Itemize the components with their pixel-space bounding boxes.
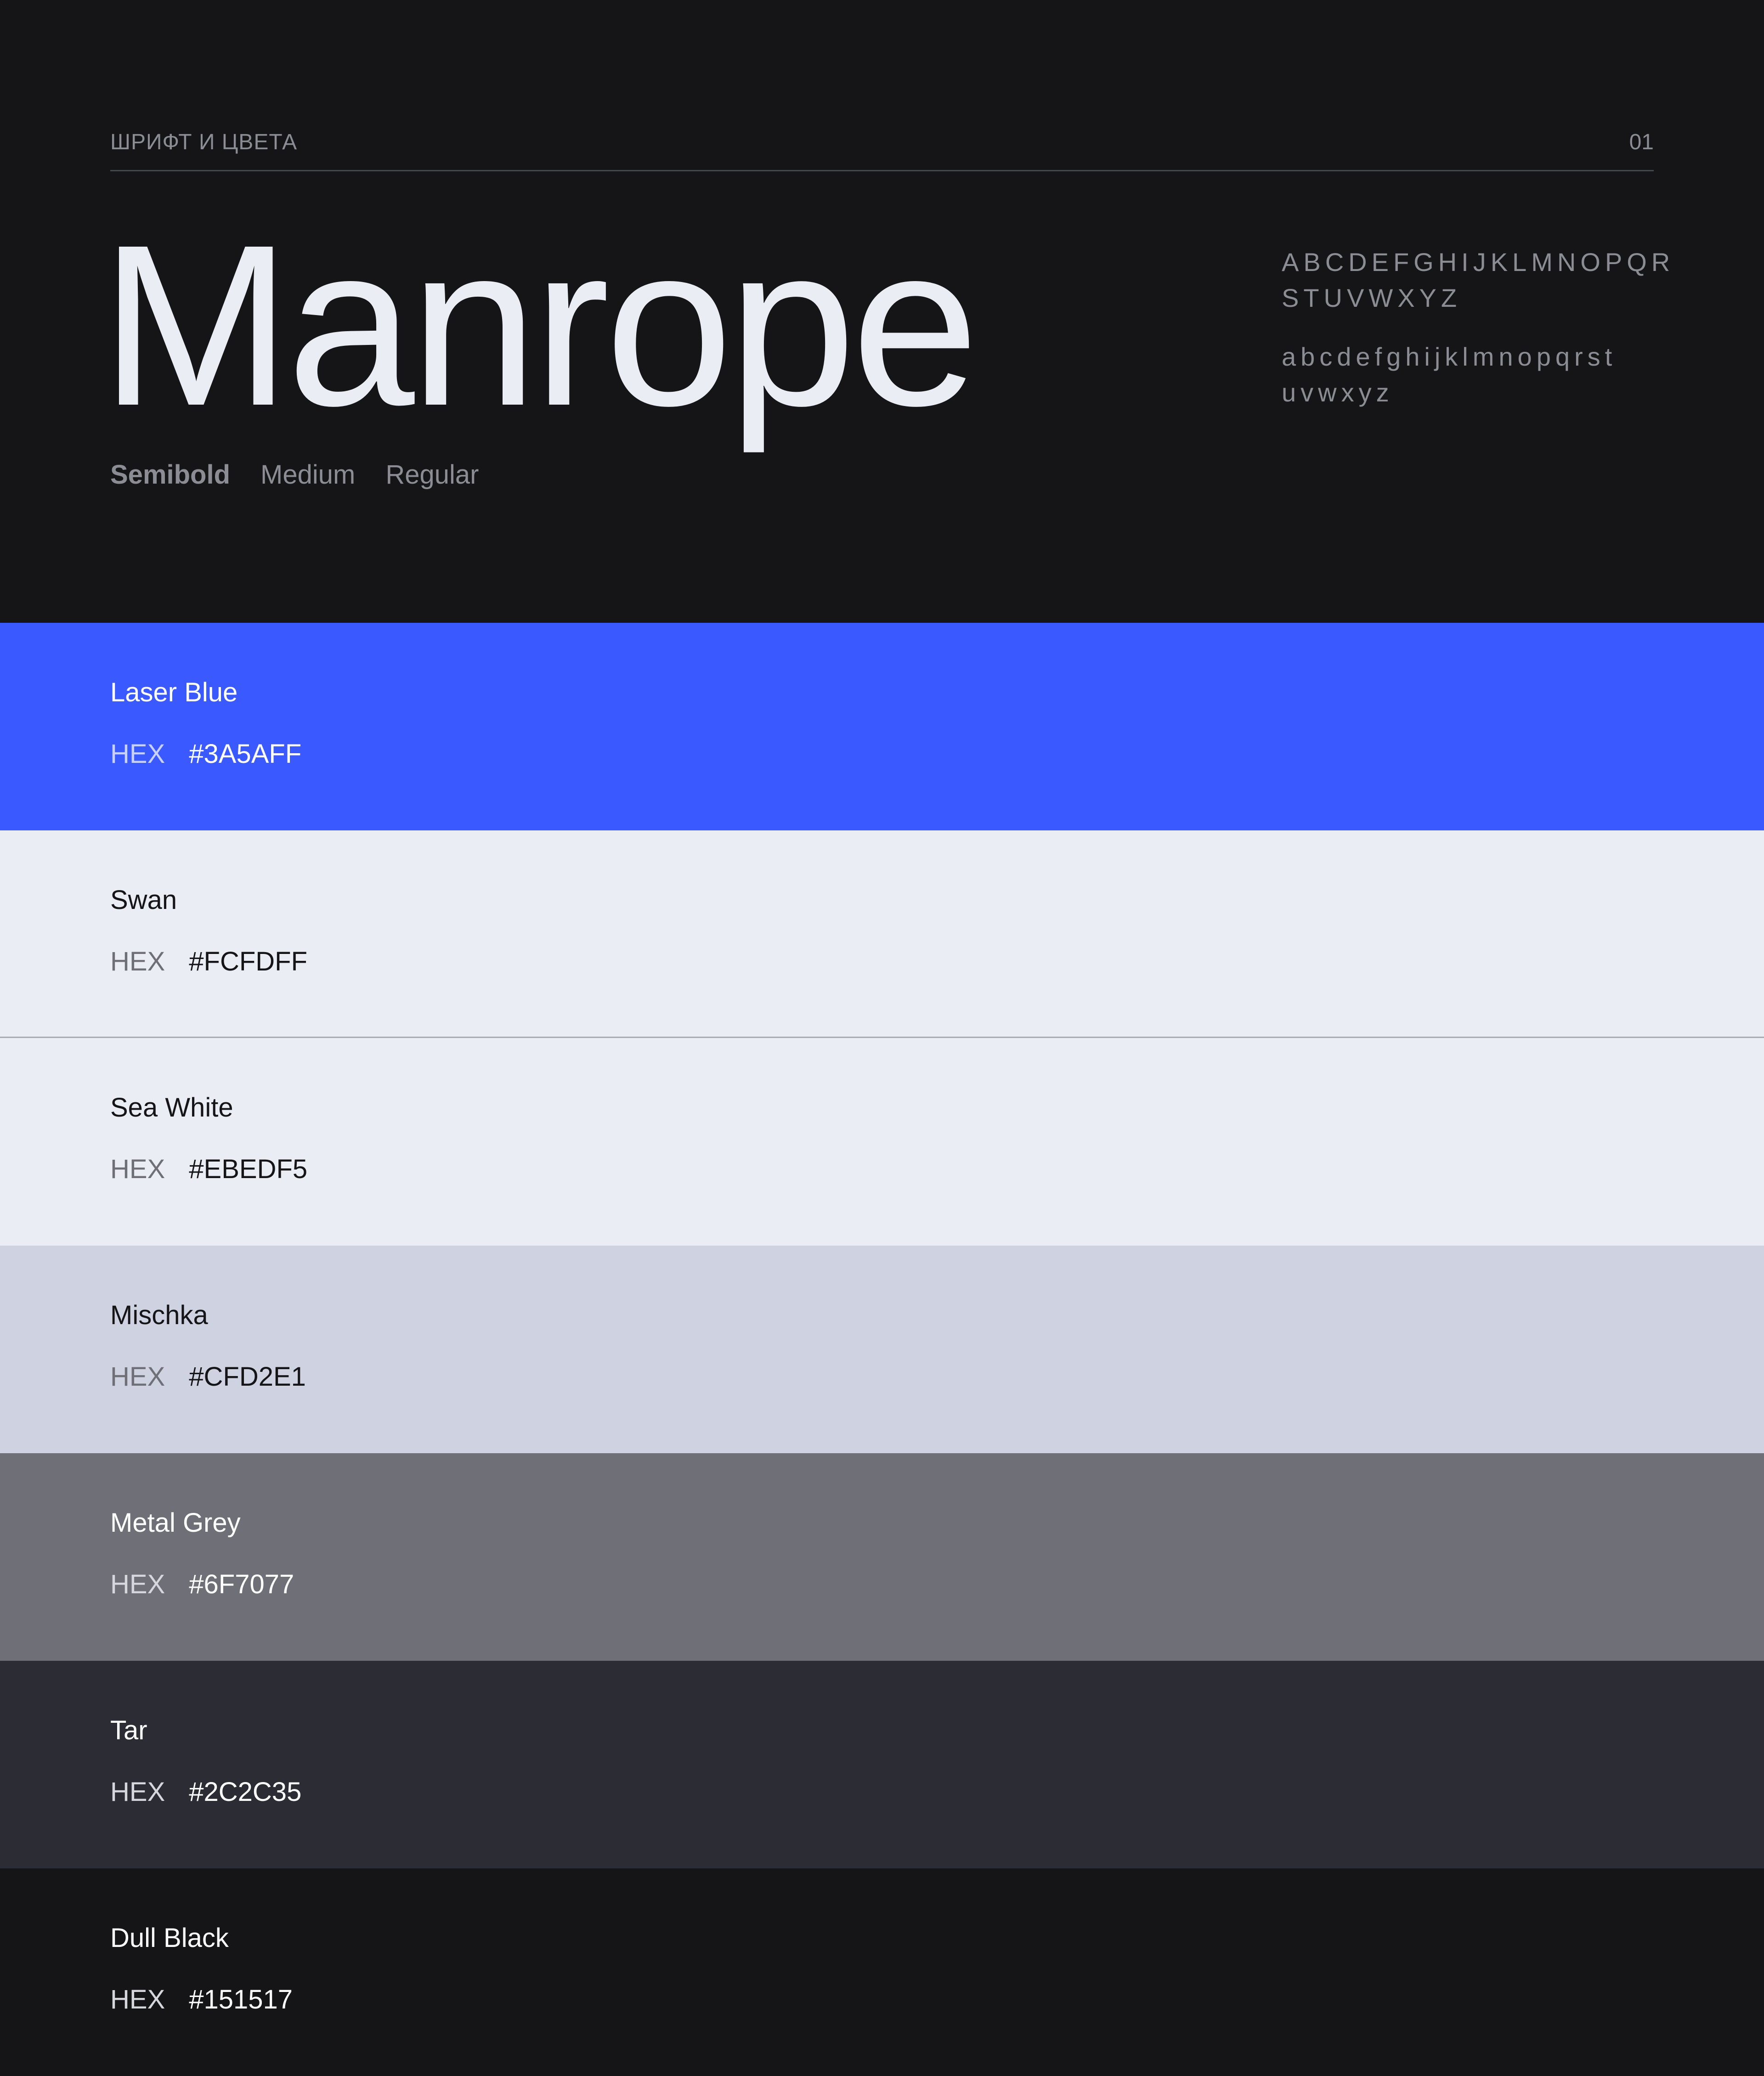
- weight-regular: Regular: [385, 460, 479, 490]
- hex-row: HEX #2C2C35: [110, 1777, 301, 1807]
- color-name: Swan: [110, 885, 177, 915]
- lowercase-line-1: abcdefghijklmnopqrst: [1282, 342, 1617, 371]
- hex-label: HEX: [110, 1777, 165, 1807]
- typography-section: ШРИФТ И ЦВЕТА 01 Manrope Semibold Medium…: [0, 0, 1764, 623]
- hex-row: HEX #151517: [110, 1984, 293, 2015]
- color-name: Laser Blue: [110, 677, 238, 707]
- hex-row: HEX #FCFDFF: [110, 946, 307, 977]
- hex-label: HEX: [110, 1569, 165, 1599]
- section-header: ШРИФТ И ЦВЕТА 01: [110, 129, 1654, 171]
- hex-label: HEX: [110, 1985, 165, 2014]
- color-swatch: Sea White HEX #EBEDF5: [0, 1038, 1764, 1246]
- color-swatch: Dull Black HEX #151517: [0, 1868, 1764, 2076]
- hex-row: HEX #3A5AFF: [110, 739, 301, 769]
- color-swatch: Mischka HEX #CFD2E1: [0, 1246, 1764, 1453]
- uppercase-line-2: STUVWXYZ: [1282, 283, 1462, 312]
- section-title: ШРИФТ И ЦВЕТА: [110, 130, 298, 154]
- font-weights-list: Semibold Medium Regular: [110, 459, 479, 490]
- uppercase-line-1: ABCDEFGHIJKLMNOPQR: [1282, 248, 1675, 276]
- hex-value: #3A5AFF: [189, 739, 302, 769]
- brand-guidelines-page: ШРИФТ И ЦВЕТА 01 Manrope Semibold Medium…: [0, 0, 1764, 2076]
- hex-label: HEX: [110, 1362, 165, 1392]
- weight-semibold: Semibold: [110, 460, 231, 490]
- color-name: Metal Grey: [110, 1508, 241, 1538]
- color-swatch: Swan HEX #FCFDFF: [0, 830, 1764, 1038]
- alphabet-specimen: ABCDEFGHIJKLMNOPQR STUVWXYZ abcdefghijkl…: [1282, 244, 1675, 411]
- hex-value: #151517: [189, 1985, 293, 2014]
- hex-value: #FCFDFF: [189, 947, 308, 976]
- hex-label: HEX: [110, 739, 165, 769]
- color-swatch: Laser Blue HEX #3A5AFF: [0, 623, 1764, 830]
- color-name: Dull Black: [110, 1923, 229, 1953]
- hex-row: HEX #CFD2E1: [110, 1361, 306, 1392]
- hex-value: #EBEDF5: [189, 1154, 308, 1184]
- font-name-specimen: Manrope: [100, 197, 979, 453]
- color-name: Tar: [110, 1715, 147, 1745]
- hex-row: HEX #6F7077: [110, 1569, 294, 1600]
- color-name: Mischka: [110, 1300, 208, 1330]
- weight-medium: Medium: [260, 460, 356, 490]
- swatch-divider: [0, 1037, 1764, 1038]
- lowercase-line-2: uvwxyz: [1282, 378, 1394, 407]
- hex-value: #2C2C35: [189, 1777, 302, 1807]
- color-swatch: Metal Grey HEX #6F7077: [0, 1453, 1764, 1661]
- color-name: Sea White: [110, 1093, 233, 1123]
- hex-label: HEX: [110, 1154, 165, 1184]
- hex-row: HEX #EBEDF5: [110, 1154, 307, 1185]
- color-swatch: Tar HEX #2C2C35: [0, 1661, 1764, 1868]
- hex-label: HEX: [110, 947, 165, 976]
- hex-value: #6F7077: [189, 1569, 294, 1599]
- section-number: 01: [1629, 130, 1654, 154]
- hex-value: #CFD2E1: [189, 1362, 306, 1392]
